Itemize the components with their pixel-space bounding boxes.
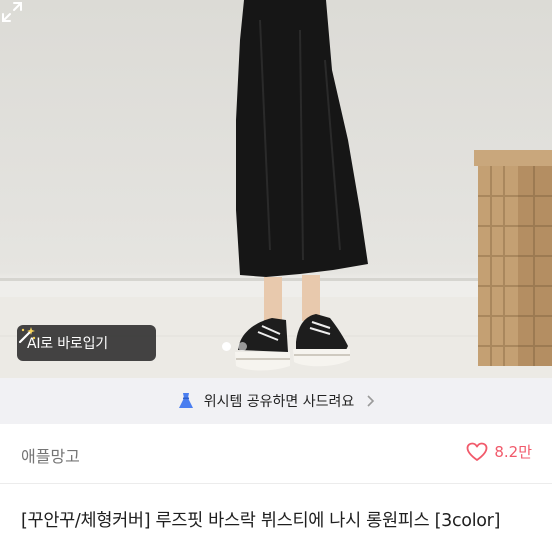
photo-illustration xyxy=(0,0,552,378)
product-photo[interactable]: AI로 바로입기 xyxy=(0,0,552,378)
carousel-dot-1[interactable] xyxy=(222,342,231,351)
wooden-table xyxy=(474,150,552,366)
chevron-right-icon xyxy=(367,395,375,407)
seller-row: 애플망고 8.2만 xyxy=(0,424,552,484)
wishlist-share-text: 위시템 공유하면 사드려요 xyxy=(203,394,355,410)
product-title: [꾸안꾸/체형커버] 루즈핏 바스락 뷔스티에 나시 롱원피스 [3color] xyxy=(21,511,501,531)
heart-icon xyxy=(466,442,488,461)
carousel-indicator xyxy=(222,342,247,351)
magic-wand-icon xyxy=(18,327,36,344)
like-count: 8.2만 xyxy=(494,443,532,461)
ai-try-on-label: AI로 바로입기 xyxy=(27,336,108,352)
expand-icon[interactable] xyxy=(0,0,24,24)
seller-name[interactable]: 애플망고 xyxy=(21,443,80,467)
dress-icon xyxy=(178,393,193,408)
carousel-dot-2[interactable] xyxy=(238,342,247,351)
like-button[interactable]: 8.2만 xyxy=(466,441,532,462)
ai-try-on-button[interactable]: AI로 바로입기 xyxy=(17,325,156,361)
wishlist-share-banner[interactable]: 위시템 공유하면 사드려요 xyxy=(0,378,552,424)
